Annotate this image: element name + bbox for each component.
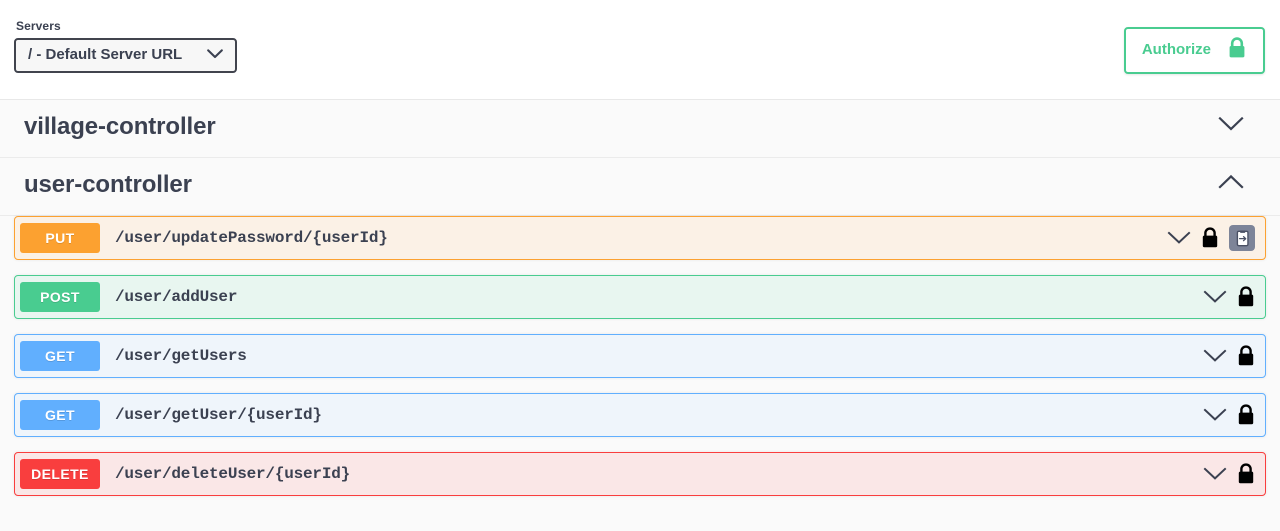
operation-row-put-update-password[interactable]: PUT /user/updatePassword/{userId} — [14, 216, 1266, 260]
operation-row-icons — [1203, 404, 1265, 426]
servers-header-bar: Servers / - Default Server URL Authorize — [0, 0, 1280, 100]
operation-row-get-users[interactable]: GET /user/getUsers — [14, 334, 1266, 378]
tag-header-village-controller[interactable]: village-controller — [0, 100, 1280, 158]
operation-row-icons — [1167, 225, 1265, 251]
authorize-button-label: Authorize — [1141, 41, 1211, 58]
chevron-down-icon[interactable] — [1203, 290, 1227, 304]
copy-to-clipboard-icon[interactable] — [1229, 225, 1255, 251]
lock-icon[interactable] — [1237, 404, 1255, 426]
tag-header-user-controller[interactable]: user-controller — [0, 158, 1280, 216]
tag-name-user-controller: user-controller — [24, 170, 192, 198]
method-badge-get: GET — [20, 341, 100, 371]
servers-block: Servers / - Default Server URL — [14, 0, 237, 73]
operation-row-icons — [1203, 286, 1265, 308]
operation-path: /user/getUsers — [115, 347, 247, 365]
method-badge-get: GET — [20, 400, 100, 430]
method-badge-post: POST — [20, 282, 100, 312]
operation-row-icons — [1203, 345, 1265, 367]
chevron-down-icon[interactable] — [1218, 116, 1244, 137]
tag-section-village-controller: village-controller — [0, 100, 1280, 158]
operation-row-get-user-by-id[interactable]: GET /user/getUser/{userId} — [14, 393, 1266, 437]
chevron-down-icon[interactable] — [1203, 408, 1227, 422]
tag-section-user-controller: user-controller PUT /user/updatePassword… — [0, 158, 1280, 496]
operation-path: /user/deleteUser/{userId} — [115, 465, 351, 483]
operation-path: /user/addUser — [115, 288, 238, 306]
operation-path: /user/updatePassword/{userId} — [115, 229, 388, 247]
operation-row-post-add-user[interactable]: POST /user/addUser — [14, 275, 1266, 319]
api-operations-body: village-controller user-controller PUT /… — [0, 100, 1280, 496]
chevron-down-icon[interactable] — [1203, 349, 1227, 363]
lock-icon — [1227, 37, 1247, 64]
lock-icon[interactable] — [1237, 286, 1255, 308]
server-url-select[interactable]: / - Default Server URL — [14, 38, 237, 73]
method-badge-put: PUT — [20, 223, 100, 253]
lock-icon[interactable] — [1201, 227, 1219, 249]
authorize-button[interactable]: Authorize — [1123, 27, 1265, 74]
chevron-down-icon[interactable] — [1167, 231, 1191, 245]
operation-row-icons — [1203, 463, 1265, 485]
servers-label: Servers — [16, 19, 61, 33]
operation-path: /user/getUser/{userId} — [115, 406, 322, 424]
lock-icon[interactable] — [1237, 345, 1255, 367]
lock-icon[interactable] — [1237, 463, 1255, 485]
authorize-wrapper: Authorize — [1123, 0, 1266, 74]
tag-name-village-controller: village-controller — [24, 112, 216, 140]
chevron-down-icon[interactable] — [1203, 467, 1227, 481]
operation-row-delete-user[interactable]: DELETE /user/deleteUser/{userId} — [14, 452, 1266, 496]
operations-list: PUT /user/updatePassword/{userId} POST /… — [0, 216, 1280, 496]
chevron-up-icon[interactable] — [1218, 174, 1244, 195]
method-badge-delete: DELETE — [20, 459, 100, 489]
